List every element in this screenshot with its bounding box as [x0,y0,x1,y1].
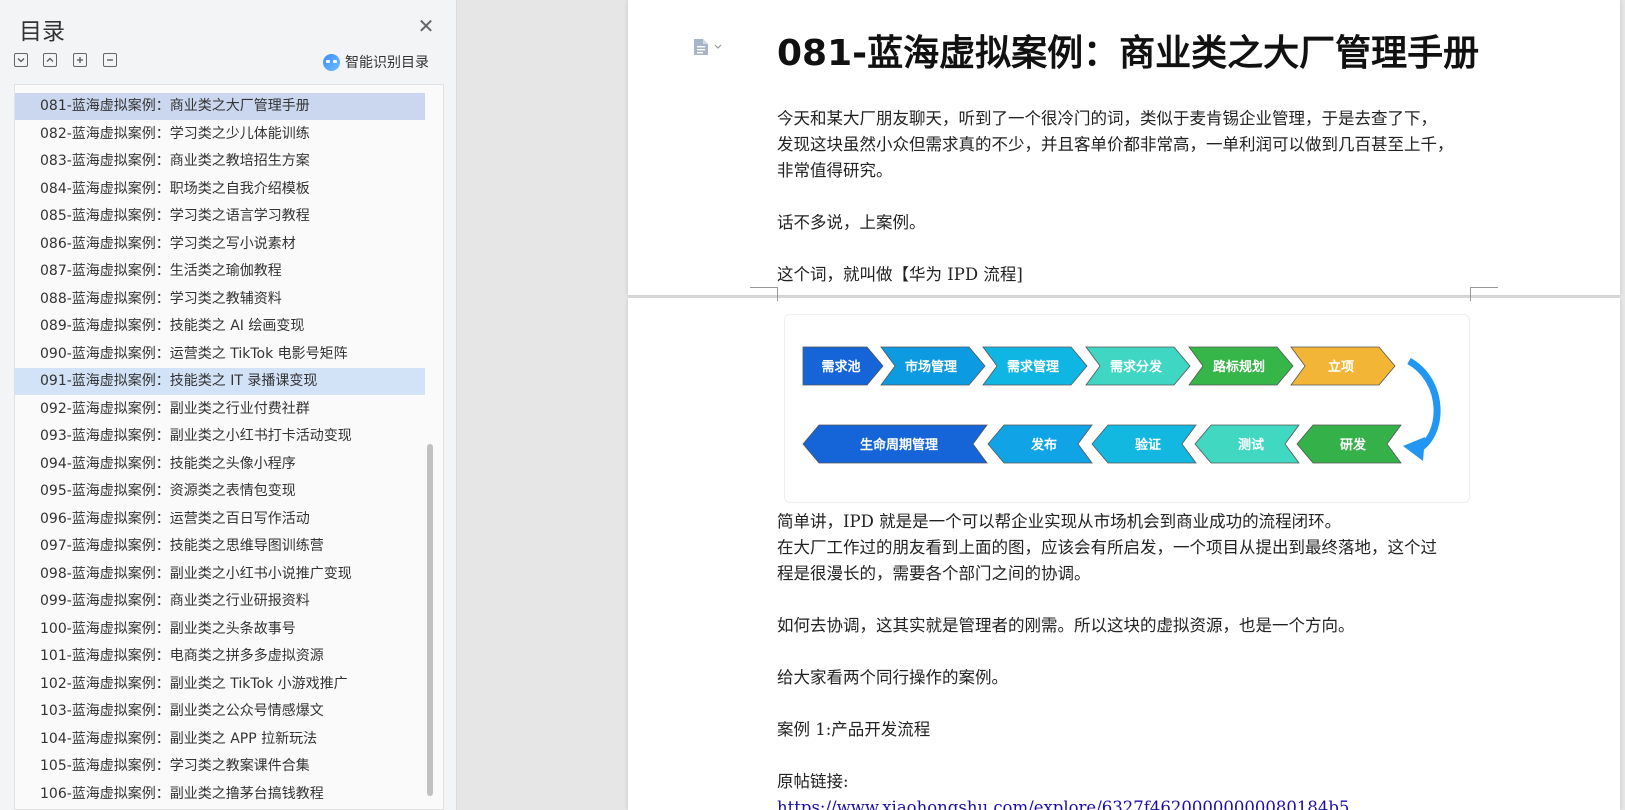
toc-item[interactable]: 096-蓝海虚拟案例：运营类之百日写作活动 [15,506,425,533]
flow-step-label: 需求管理 [1007,359,1059,375]
toc-item[interactable]: 092-蓝海虚拟案例：副业类之行业付费社群 [15,396,425,423]
expand-all-icon[interactable] [43,53,57,67]
smart-recognize-label: 智能识别目录 [345,55,429,71]
flow-step-label: 测试 [1238,437,1264,453]
flow-step-label: 立项 [1328,359,1354,375]
toc-item[interactable]: 103-蓝海虚拟案例：副业类之公众号情感爆文 [15,698,425,725]
toc-panel: 目录 ✕ 智能识别目录 081-蓝海虚拟案例：商业类之大厂管理手册 082-蓝海虚… [0,0,457,810]
toc-scrollbar[interactable] [427,444,433,796]
link-line: https://www.xiaohongshu.com/explore/6327… [777,795,1477,810]
flow-diagram-svg: 需求池 市场管理 需求管理 需求分发 路标规划 立项生命周期管理 发布 验证 测试 研发 [802,346,1441,464]
smart-recognize-toc-button[interactable]: 智能识别目录 [323,52,429,72]
flow-step-label: 研发 [1340,437,1367,453]
toc-item[interactable]: 097-蓝海虚拟案例：技能类之思维导图训练营 [15,533,425,560]
toc-item[interactable]: 081-蓝海虚拟案例：商业类之大厂管理手册 [15,93,425,120]
document-icon [694,39,708,55]
paragraph: 在大厂工作过的朋友看到上面的图，应该会有所启发，一个项目从提出到最终落地，这个过… [777,535,1477,587]
text-line: 在大厂工作过的朋友看到上面的图，应该会有所启发，一个项目从提出到最终落地，这个过 [777,538,1437,557]
ipd-flow-diagram: 需求池 市场管理 需求管理 需求分发 路标规划 立项生命周期管理 发布 验证 测试 研发 [784,314,1470,503]
toc-item[interactable]: 095-蓝海虚拟案例：资源类之表情包变现 [15,478,425,505]
toc-item[interactable]: 098-蓝海虚拟案例：副业类之小红书小说推广变现 [15,561,425,588]
text-line: 今天和某大厂朋友聊天，听到了一个很冷门的词，类似于麦肯锡企业管理，于是去查了下， [777,109,1437,128]
toc-item[interactable]: 082-蓝海虚拟案例：学习类之少儿体能训练 [15,121,425,148]
flow-step-label: 发布 [1030,437,1057,453]
toc-item[interactable]: 101-蓝海虚拟案例：电商类之拼多多虚拟资源 [15,643,425,670]
page-corner-mark [1470,287,1498,301]
toc-item[interactable]: 094-蓝海虚拟案例：技能类之头像小程序 [15,451,425,478]
toc-item[interactable]: 105-蓝海虚拟案例：学习类之教案课件合集 [15,753,425,780]
toc-item[interactable]: 100-蓝海虚拟案例：副业类之头条故事号 [15,616,425,643]
document-outline-button[interactable] [693,38,722,56]
close-icon[interactable]: ✕ [416,16,436,36]
toc-item[interactable]: 087-蓝海虚拟案例：生活类之瑜伽教程 [15,258,425,285]
toc-item[interactable]: 102-蓝海虚拟案例：副业类之 TikTok 小游戏推广 [15,671,425,698]
paragraph: 案例 1:产品开发流程 [777,720,931,739]
page-corner-mark [750,287,778,301]
toc-item[interactable]: 099-蓝海虚拟案例：商业类之行业研报资料 [15,588,425,615]
flow-step-label: 市场管理 [905,359,957,375]
add-item-icon[interactable] [73,53,87,67]
toc-item[interactable]: 093-蓝海虚拟案例：副业类之小红书打卡活动变现 [15,423,425,450]
chevron-down-icon [714,44,722,49]
paragraph: 如何去协调，这其实就是管理者的刚需。所以这块的虚拟资源，也是一个方向。 [777,616,1355,635]
paragraph: 原帖链接: [777,772,849,791]
text-line: 发现这块虽然小众但需求真的不少，并且客单价都非常高，一单利润可以做到几百甚至上千… [777,135,1454,154]
flow-step-label: 需求分发 [1110,359,1163,375]
toc-item[interactable]: 088-蓝海虚拟案例：学习类之教辅资料 [15,286,425,313]
collapse-all-icon[interactable] [14,53,28,67]
toc-title: 目录 [19,19,65,45]
return-arrow [1407,357,1441,454]
paragraph: 这个词，就叫做【华为 IPD 流程] [777,265,1023,284]
document-heading: 081-蓝海虚拟案例：商业类之大厂管理手册 [777,33,1480,74]
toc-item[interactable]: 089-蓝海虚拟案例：技能类之 AI 绘画变现 [15,313,425,340]
flow-step-start-label: 需求池 [821,359,860,375]
toc-item[interactable]: 086-蓝海虚拟案例：学习类之写小说素材 [15,231,425,258]
paragraph: 简单讲，IPD 就是是一个可以帮企业实现从市场机会到商业成功的流程闭环。 [777,512,1342,531]
toc-item[interactable]: 106-蓝海虚拟案例：副业类之撸茅台搞钱教程 [15,781,425,808]
text-line: 程是很漫长的，需要各个部门之间的协调。 [777,564,1091,583]
toc-item[interactable]: 090-蓝海虚拟案例：运营类之 TikTok 电影号矩阵 [15,341,425,368]
return-arrow-head [1403,437,1425,461]
paragraph-intro: 今天和某大厂朋友聊天，听到了一个很冷门的词，类似于麦肯锡企业管理，于是去查了下，… [777,106,1477,184]
flow-step-label: 路标规划 [1213,359,1265,375]
flow-step-label: 生命周期管理 [860,437,938,453]
paragraph: 话不多说，上案例。 [777,213,926,232]
paragraph: 给大家看两个同行操作的案例。 [777,668,1008,687]
toc-item[interactable]: 104-蓝海虚拟案例：副业类之 APP 拉新玩法 [15,726,425,753]
toc-item[interactable]: 091-蓝海虚拟案例：技能类之 IT 录播课变现 [15,368,425,395]
toc-item[interactable]: 083-蓝海虚拟案例：商业类之教培招生方案 [15,148,425,175]
flow-step-label: 验证 [1135,437,1161,453]
toc-list: 081-蓝海虚拟案例：商业类之大厂管理手册 082-蓝海虚拟案例：学习类之少儿体能… [14,84,444,810]
ai-robot-icon [323,53,340,71]
text-line: 非常值得研究。 [777,161,893,180]
toc-item[interactable]: 085-蓝海虚拟案例：学习类之语言学习教程 [15,203,425,230]
remove-item-icon[interactable] [103,53,117,67]
toc-item[interactable]: 084-蓝海虚拟案例：职场类之自我介绍模板 [15,176,425,203]
source-post-link[interactable]: https://www.xiaohongshu.com/explore/6327… [777,798,1349,810]
